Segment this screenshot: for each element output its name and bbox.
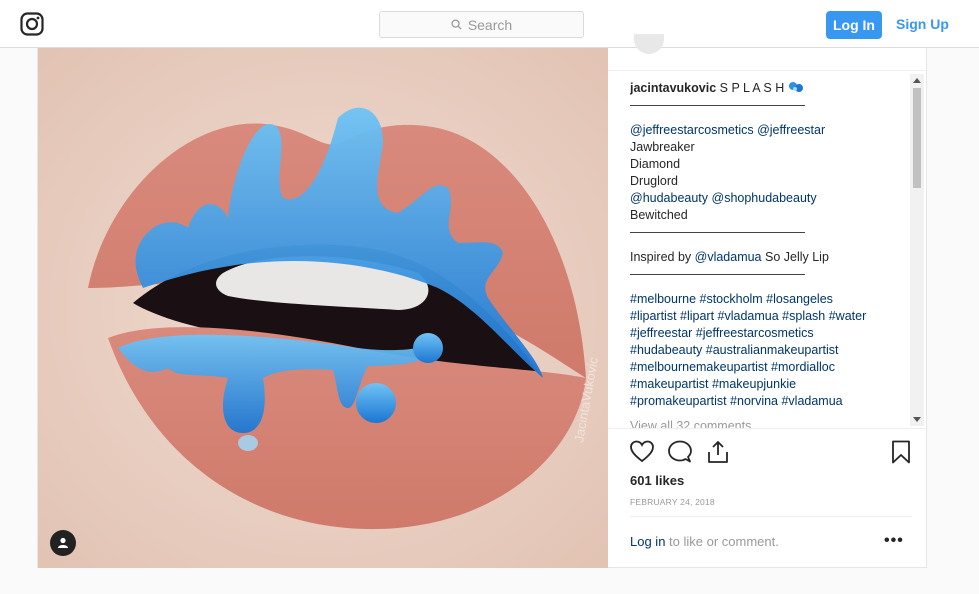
avatar[interactable] xyxy=(634,34,664,54)
post-sidebar: jacintavukovic S P L A S H —————————————… xyxy=(608,34,928,568)
lips-illustration: JacintaVukovic xyxy=(38,48,608,568)
bookmark-icon[interactable] xyxy=(890,440,912,464)
caption-link-line[interactable]: #hudabeauty #australianmakeupartist xyxy=(630,342,912,359)
caption-link-line[interactable]: #melbournemakeupartist #mordialloc xyxy=(630,359,912,376)
caption-line: Bewitched xyxy=(630,208,688,222)
caption-line: Jawbreaker xyxy=(630,140,695,154)
caption: jacintavukovic S P L A S H —————————————… xyxy=(630,80,912,428)
action-bar xyxy=(630,440,912,466)
caption-link-line[interactable]: #promakeupartist #norvina #vladamua xyxy=(630,393,912,410)
more-options-icon[interactable]: ••• xyxy=(884,532,904,550)
caption-link-line[interactable]: @hudabeauty @shophudabeauty xyxy=(630,190,912,207)
comment-icon[interactable] xyxy=(668,440,692,464)
caption-line: Inspired by @vladamua So Jelly Lip xyxy=(630,249,912,266)
signup-link[interactable]: Sign Up xyxy=(896,16,949,32)
heart-icon[interactable] xyxy=(630,440,654,464)
scroll-down-arrow[interactable] xyxy=(913,417,921,422)
caption-link-line[interactable]: #lipartist #lipart #vladamua #splash #wa… xyxy=(630,308,912,325)
top-navigation-bar: Search Log In Sign Up xyxy=(0,0,979,48)
caption-line: Druglord xyxy=(630,174,678,188)
login-link[interactable]: Log in xyxy=(630,534,665,549)
share-icon[interactable] xyxy=(706,440,730,464)
divider xyxy=(608,70,928,71)
caption-text: So Jelly Lip xyxy=(761,250,829,264)
splash-emoji-icon xyxy=(788,82,803,92)
caption-link-line[interactable]: #jeffreestar #jeffreestarcosmetics xyxy=(630,325,912,342)
caption-line: —————————————— xyxy=(630,267,805,281)
caption-title: S P L A S H xyxy=(719,81,785,95)
post-card: JacintaVukovic jacintavukovic S P L A S … xyxy=(37,34,928,568)
caption-body: —————————————— @jeffreestarcosmetics @jef… xyxy=(630,97,912,410)
caption-line: —————————————— xyxy=(630,225,805,239)
scroll-up-arrow[interactable] xyxy=(913,78,921,83)
login-button[interactable]: Log In xyxy=(826,11,882,39)
view-comments-link[interactable]: View all 32 comments xyxy=(630,418,912,428)
user-tag-button[interactable] xyxy=(50,530,76,556)
divider xyxy=(630,516,912,517)
scroll-thumb[interactable] xyxy=(913,88,921,188)
post-date: FEBRUARY 24, 2018 xyxy=(630,497,715,507)
caption-text: Inspired by xyxy=(630,250,695,264)
login-prompt-text: to like or comment. xyxy=(665,534,779,549)
caption-line: —————————————— xyxy=(630,98,805,112)
post-photo[interactable]: JacintaVukovic xyxy=(38,48,608,568)
caption-scrollbar[interactable] xyxy=(910,74,924,426)
caption-link-line[interactable]: #melbourne #stockholm #losangeles xyxy=(630,291,912,308)
caption-link-line[interactable]: @jeffreestarcosmetics @jeffreestar xyxy=(630,122,912,139)
mention-link[interactable]: @vladamua xyxy=(695,250,762,264)
user-icon xyxy=(58,537,68,548)
search-placeholder: Search xyxy=(467,16,513,33)
search-input[interactable]: Search xyxy=(379,11,584,38)
login-prompt: Log in to like or comment. xyxy=(630,534,779,549)
caption-line: Diamond xyxy=(630,157,681,171)
caption-header: jacintavukovic S P L A S H xyxy=(630,80,912,97)
instagram-icon[interactable] xyxy=(20,12,44,36)
divider xyxy=(608,428,928,429)
caption-username[interactable]: jacintavukovic xyxy=(630,81,716,95)
caption-link-line[interactable]: #makeupartist #makeupjunkie xyxy=(630,376,912,393)
likes-count[interactable]: 601 likes xyxy=(630,473,684,488)
search-icon xyxy=(451,19,462,30)
